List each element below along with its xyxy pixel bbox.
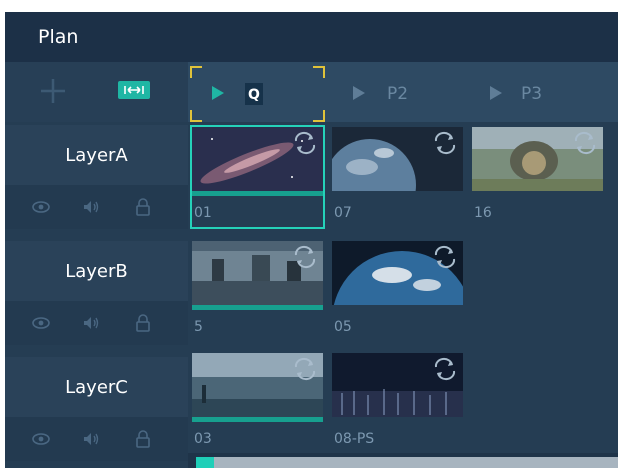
eye-icon[interactable] — [31, 313, 51, 333]
loop-icon[interactable] — [431, 245, 459, 269]
add-icon[interactable] — [40, 78, 66, 104]
title-bar: Plan — [5, 12, 618, 62]
layer-controls-c — [5, 417, 188, 461]
lock-icon[interactable] — [133, 197, 153, 217]
selection-corner — [190, 110, 202, 122]
layer-header-a[interactable]: LayerA — [5, 125, 188, 185]
tab-p2[interactable]: P2 — [328, 62, 463, 122]
selected-clip-frame — [190, 125, 325, 229]
tab-label: P3 — [521, 84, 543, 104]
clip-label: 03 — [194, 431, 212, 447]
loop-icon[interactable] — [291, 357, 319, 381]
selection-corner — [313, 66, 325, 78]
clip-row-c: 03 08-PS — [188, 351, 618, 455]
speaker-icon[interactable] — [81, 313, 101, 333]
lock-icon[interactable] — [133, 429, 153, 449]
plan-window: Plan Q P2 P3 LayerA 01 07 16 LayerB 5 05… — [5, 12, 618, 468]
loop-icon[interactable] — [431, 357, 459, 381]
clip-tile[interactable]: 05 — [330, 239, 465, 343]
layer-name: LayerA — [65, 145, 128, 166]
clip-progress — [192, 305, 323, 310]
clip-tile[interactable]: 16 — [470, 125, 605, 229]
clip-label: 05 — [334, 319, 352, 335]
scrollbar-track[interactable] — [214, 457, 618, 468]
layer-name: LayerB — [65, 261, 128, 282]
clip-label: 08-PS — [334, 431, 375, 447]
program-tabs: Q P2 P3 — [188, 62, 618, 122]
clip-tile[interactable]: 08-PS — [330, 351, 465, 455]
clip-label: 16 — [474, 205, 492, 221]
eye-icon[interactable] — [31, 197, 51, 217]
loop-icon[interactable] — [571, 131, 599, 155]
loop-icon[interactable] — [431, 131, 459, 155]
clip-tile[interactable]: 01 — [190, 125, 325, 229]
clip-tile[interactable]: 03 — [190, 351, 325, 455]
layer-name: LayerC — [65, 377, 128, 398]
play-icon[interactable] — [353, 86, 365, 100]
fit-icon[interactable] — [117, 80, 151, 100]
scrollbar-thumb[interactable] — [196, 457, 214, 468]
speaker-icon[interactable] — [81, 197, 101, 217]
speaker-icon[interactable] — [81, 429, 101, 449]
layer-controls-b — [5, 301, 188, 345]
horizontal-scrollbar[interactable] — [188, 453, 618, 468]
play-icon[interactable] — [490, 86, 502, 100]
clip-tile[interactable]: 5 — [190, 239, 325, 343]
layer-header-c[interactable]: LayerC — [5, 357, 188, 417]
lock-icon[interactable] — [133, 313, 153, 333]
play-icon[interactable] — [212, 86, 224, 100]
toolbar — [5, 62, 188, 122]
layer-header-b[interactable]: LayerB — [5, 241, 188, 301]
page-title: Plan — [38, 26, 79, 48]
clip-label: 07 — [334, 205, 352, 221]
tab-label: P2 — [387, 84, 409, 104]
selection-corner — [190, 66, 202, 78]
loop-icon[interactable] — [291, 245, 319, 269]
tab-p3[interactable]: P3 — [468, 62, 603, 122]
clip-tile[interactable]: 07 — [330, 125, 465, 229]
clip-row-a: 01 07 16 — [188, 125, 618, 229]
eye-icon[interactable] — [31, 429, 51, 449]
clip-row-b: 5 05 — [188, 239, 618, 343]
tab-label: Q — [248, 87, 260, 103]
selection-corner — [313, 110, 325, 122]
clip-progress — [192, 417, 323, 422]
layer-controls-a — [5, 185, 188, 229]
clip-label: 5 — [194, 319, 203, 335]
tab-q[interactable]: Q — [190, 62, 325, 122]
